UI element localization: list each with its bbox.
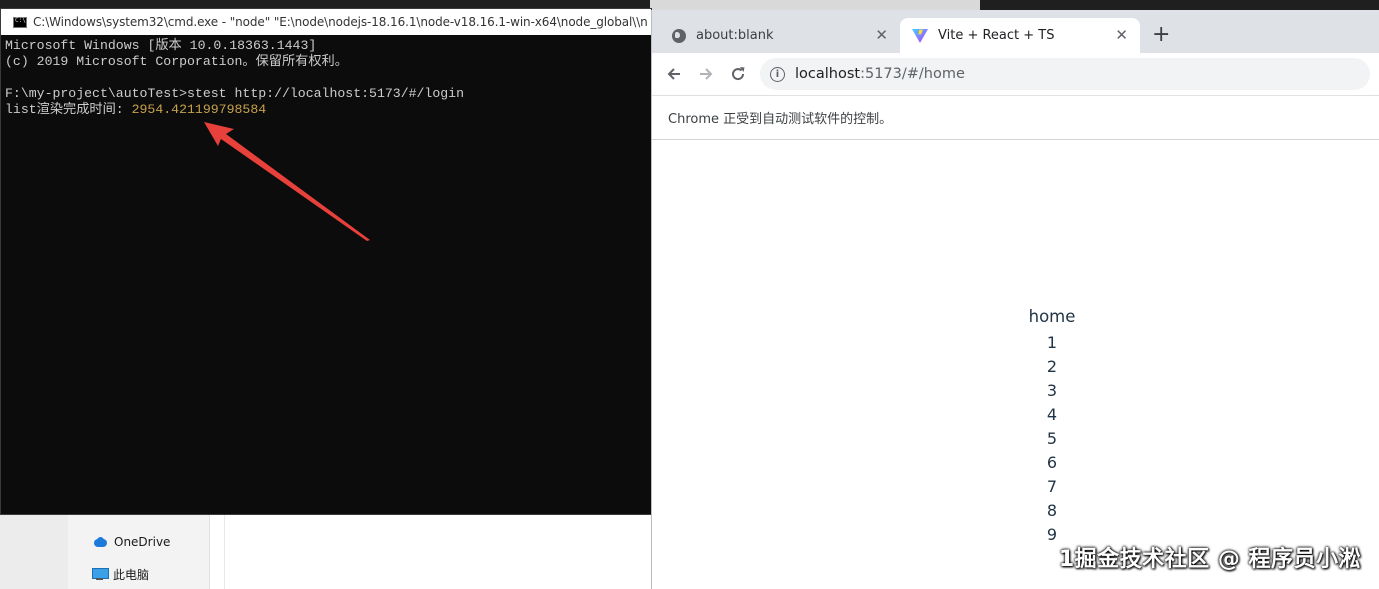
page-heading: home bbox=[1028, 307, 1076, 326]
url-host: localhost bbox=[795, 66, 861, 82]
nav-item-label: OneDrive bbox=[114, 535, 171, 549]
cmd-line: (c) 2019 Microsoft Corporation。保留所有权利。 bbox=[5, 54, 348, 69]
tab-label: Vite + React + TS bbox=[938, 28, 1055, 43]
computer-icon bbox=[92, 568, 109, 580]
cmd-line: Microsoft Windows [版本 10.0.18363.1443] bbox=[5, 38, 317, 53]
automation-infobar: Chrome 正受到自动测试软件的控制。 bbox=[652, 95, 1379, 140]
tab-strip: about:blank ✕ Vite + React + TS ✕ + bbox=[652, 10, 1379, 53]
forward-button[interactable] bbox=[694, 62, 718, 86]
tab-label: about:blank bbox=[696, 28, 774, 43]
address-bar[interactable]: i localhost:5173/#/home bbox=[760, 58, 1370, 90]
arrow-right-icon bbox=[700, 68, 713, 80]
render-time-label: list渲染完成时间: bbox=[5, 102, 132, 117]
list-item: 3 bbox=[1046, 381, 1058, 400]
reload-icon bbox=[732, 67, 745, 81]
info-icon[interactable]: i bbox=[770, 66, 785, 82]
cmd-line bbox=[5, 70, 651, 86]
list-item: 1 bbox=[1046, 333, 1058, 352]
cmd-line-render-time: list渲染完成时间: 2954.421199798584 bbox=[5, 102, 651, 118]
reload-button[interactable] bbox=[726, 62, 750, 86]
list-item: 8 bbox=[1046, 501, 1058, 520]
nav-item-onedrive[interactable]: OneDrive bbox=[92, 532, 170, 552]
close-icon[interactable]: ✕ bbox=[875, 26, 888, 44]
vite-icon bbox=[912, 29, 928, 43]
url-text[interactable]: localhost:5173/#/home bbox=[795, 66, 965, 82]
tab-about-blank[interactable]: about:blank ✕ bbox=[660, 18, 900, 53]
list-item: 5 bbox=[1046, 429, 1058, 448]
new-tab-button[interactable]: + bbox=[1152, 23, 1170, 47]
list-item: 4 bbox=[1046, 405, 1058, 424]
back-button[interactable] bbox=[662, 62, 686, 86]
cmd-app-icon bbox=[13, 16, 27, 28]
list-item: 6 bbox=[1046, 453, 1058, 472]
nav-item-label: 此电脑 bbox=[113, 567, 150, 582]
infobar-text: Chrome 正受到自动测试软件的控制。 bbox=[668, 112, 893, 127]
globe-icon bbox=[672, 28, 686, 43]
cmd-title: C:\Windows\system32\cmd.exe - "node" "E:… bbox=[33, 15, 648, 29]
number-list: 1 2 3 4 5 6 7 8 9 bbox=[652, 331, 1379, 547]
explorer-content-pane bbox=[224, 514, 652, 589]
cmd-window[interactable]: C:\Windows\system32\cmd.exe - "node" "E:… bbox=[0, 8, 652, 515]
file-explorer-window: OneDrive 此电脑 bbox=[0, 514, 652, 589]
tab-vite-react-ts[interactable]: Vite + React + TS ✕ bbox=[900, 18, 1140, 53]
cmd-output[interactable]: Microsoft Windows [版本 10.0.18363.1443] (… bbox=[1, 35, 651, 118]
page-content: home 1 2 3 4 5 6 7 8 9 bbox=[652, 141, 1379, 589]
render-time-value: 2954.421199798584 bbox=[131, 102, 267, 117]
list-item: 7 bbox=[1046, 477, 1058, 496]
cloud-icon bbox=[92, 537, 108, 547]
close-icon[interactable]: ✕ bbox=[1115, 26, 1128, 44]
cmd-line: F:\my-project\autoTest>stest http://loca… bbox=[5, 86, 464, 101]
list-item: 2 bbox=[1046, 357, 1058, 376]
browser-toolbar: i localhost:5173/#/home bbox=[652, 53, 1379, 95]
arrow-left-icon bbox=[667, 68, 680, 80]
chrome-window[interactable]: about:blank ✕ Vite + React + TS ✕ + i lo… bbox=[651, 10, 1379, 589]
nav-item-this-pc[interactable]: 此电脑 bbox=[92, 564, 149, 584]
cmd-titlebar[interactable]: C:\Windows\system32\cmd.exe - "node" "E:… bbox=[1, 9, 651, 35]
background-window-titlebar bbox=[650, 0, 980, 10]
url-path: :5173/#/home bbox=[860, 66, 965, 82]
watermark: 1掘金技术社区 @ 程序员小淞 bbox=[1058, 547, 1361, 572]
explorer-left-strip bbox=[0, 514, 68, 589]
